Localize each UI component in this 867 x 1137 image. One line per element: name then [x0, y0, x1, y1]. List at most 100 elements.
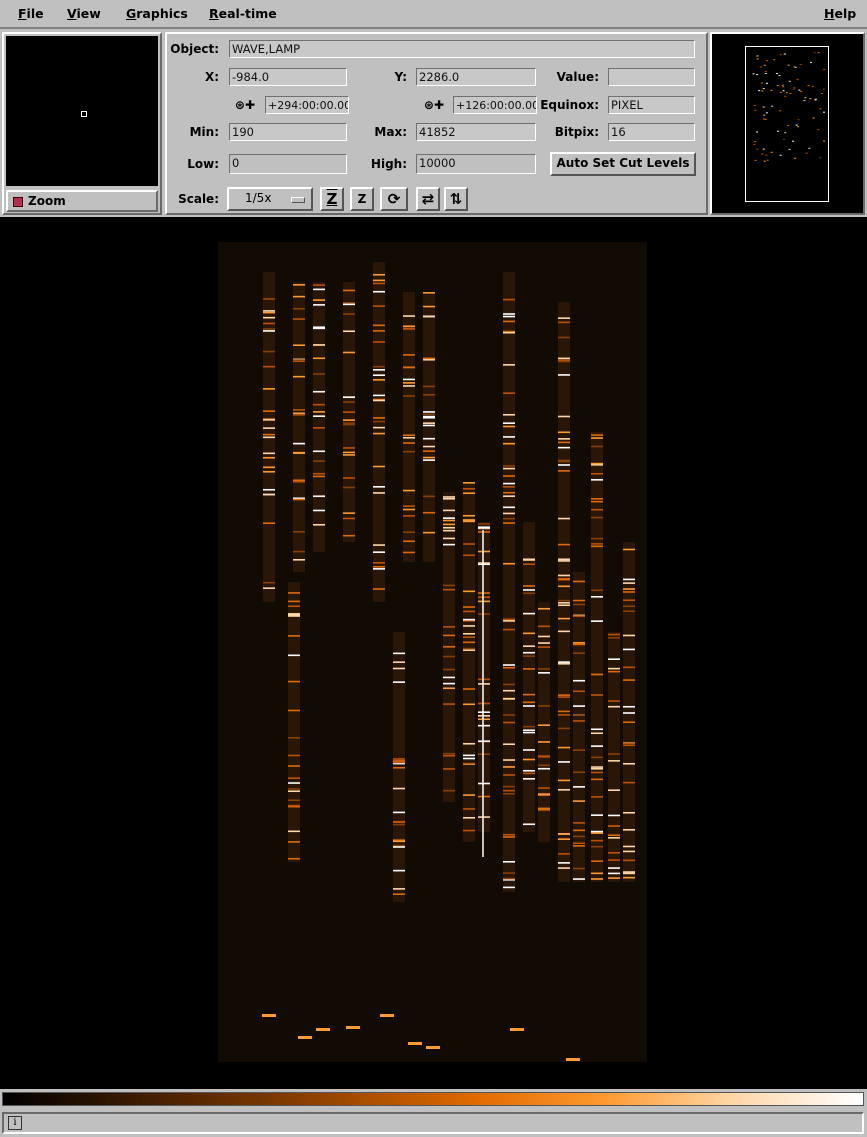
spectrum-image[interactable]: [218, 242, 647, 1062]
emission-line: [623, 850, 635, 853]
zoom-fit-button[interactable]: Z: [320, 187, 344, 211]
max-label: Max:: [374, 125, 407, 139]
emission-line: [393, 888, 405, 890]
emission-line: [293, 498, 305, 501]
emission-line: [478, 795, 490, 798]
emission-line: [503, 562, 515, 565]
flip-y-button[interactable]: ⇅: [444, 187, 468, 211]
low-input[interactable]: 0: [229, 154, 347, 174]
emission-line: [423, 305, 435, 308]
emission-line: [558, 833, 570, 835]
emission-line: [343, 411, 355, 413]
emission-line: [623, 679, 635, 681]
emission-line: [591, 845, 603, 848]
emission-line: [443, 687, 455, 690]
emission-line: [573, 690, 585, 693]
emission-line: [503, 315, 515, 318]
zoom-checkbox-indicator[interactable]: [13, 197, 23, 207]
flip-x-button[interactable]: ⇄: [416, 187, 440, 211]
emission-line: [293, 550, 305, 553]
emission-line: [558, 696, 570, 698]
menu-help[interactable]: Help: [824, 6, 856, 21]
emission-line: [558, 578, 570, 581]
emission-line: [608, 852, 620, 854]
spectral-trace: [463, 482, 475, 842]
emission-line: [263, 328, 275, 330]
emission-line: [573, 603, 585, 606]
emission-line: [263, 410, 275, 412]
emission-line: [443, 752, 455, 755]
emission-line: [558, 727, 570, 730]
emission-line: [623, 845, 635, 848]
emission-line: [463, 482, 475, 484]
emission-line: [591, 814, 603, 816]
emission-line: [373, 544, 385, 546]
emission-line: [558, 761, 570, 763]
emission-line: [623, 599, 635, 602]
emission-line: [463, 754, 475, 757]
emission-line: [373, 369, 385, 371]
emission-line: [423, 315, 435, 318]
emission-line: [573, 835, 585, 838]
emission-line: [591, 500, 603, 503]
emission-line: [288, 680, 300, 683]
emission-line: [573, 720, 585, 722]
scale-label: Scale:: [178, 192, 219, 206]
emission-line: [373, 374, 385, 377]
emission-line: [591, 771, 603, 774]
rotate-button[interactable]: ⟳: [380, 187, 408, 211]
menu-file[interactable]: File: [18, 6, 44, 21]
emission-line: [503, 766, 515, 768]
emission-line: [443, 634, 455, 637]
emission-line: [591, 508, 603, 511]
auto-set-cut-levels-button[interactable]: Auto Set Cut Levels: [550, 152, 696, 176]
menu-view[interactable]: View: [67, 6, 101, 21]
ra-icon: ⊛✚: [234, 98, 255, 112]
emission-line: [463, 794, 475, 796]
emission-line: [288, 830, 300, 833]
zoom-label: Zoom: [28, 194, 66, 208]
emission-line: [263, 466, 275, 469]
pan-panel[interactable]: [710, 32, 865, 215]
emission-line: [503, 774, 515, 776]
emission-line: [393, 846, 405, 848]
emission-line: [503, 666, 515, 669]
zoom-in-button[interactable]: Z: [350, 187, 374, 211]
scale-menu-button[interactable]: 1/5x: [227, 187, 313, 211]
emission-line: [591, 872, 603, 875]
emission-line: [443, 584, 455, 587]
emission-line: [288, 635, 300, 637]
emission-line: [623, 781, 635, 784]
image-viewer[interactable]: [0, 217, 867, 1089]
emission-line: [293, 284, 305, 286]
emission-line: [503, 436, 515, 438]
emission-line: [463, 636, 475, 638]
emission-line: [573, 771, 585, 774]
colorbar[interactable]: [2, 1092, 864, 1106]
emission-line: [503, 298, 515, 301]
emission-line: [591, 756, 603, 759]
emission-line: [503, 789, 515, 792]
zoom-view[interactable]: [6, 36, 158, 186]
emission-line: [293, 344, 305, 346]
emission-line: [478, 753, 490, 755]
high-input[interactable]: 10000: [416, 154, 536, 174]
menu-graphics[interactable]: Graphics: [126, 6, 188, 21]
emission-line: [313, 427, 325, 429]
flip-y-icon: ⇅: [449, 190, 463, 208]
emission-line: [478, 613, 490, 615]
spectral-trace: [403, 292, 415, 562]
emission-line: [443, 588, 455, 591]
emission-line: [591, 589, 603, 592]
object-label: Object:: [170, 42, 219, 56]
emission-line: [463, 649, 475, 651]
emission-line: [558, 464, 570, 466]
emission-line: [573, 642, 585, 644]
emission-line: [263, 316, 275, 319]
menu-realtime[interactable]: Real-time: [209, 6, 277, 21]
zoom-toggle[interactable]: Zoom: [6, 190, 158, 212]
emission-line: [591, 830, 603, 833]
control-panel: Zoom Object: WAVE,LAMP X: -984.0 Y: 2286…: [0, 31, 867, 217]
pan-frame[interactable]: [745, 46, 829, 202]
emission-line: [623, 744, 635, 747]
